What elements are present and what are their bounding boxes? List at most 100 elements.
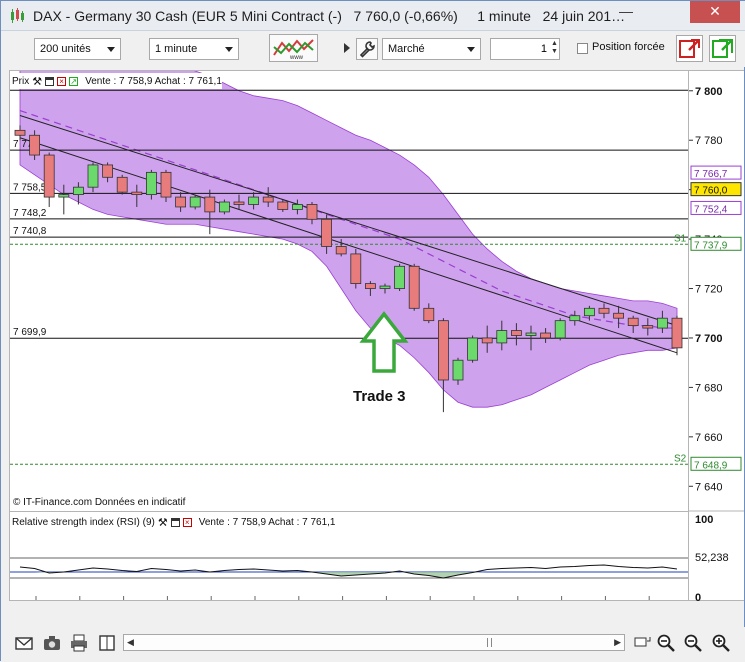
expand-icon[interactable] xyxy=(97,633,117,653)
camera-icon[interactable] xyxy=(42,633,62,653)
panel-toggle-arrow[interactable] xyxy=(344,43,350,53)
remove-icon[interactable]: × xyxy=(182,517,192,527)
candle-bull xyxy=(73,186,84,195)
envelope-icon[interactable] xyxy=(14,633,34,653)
candle-bear xyxy=(627,317,639,327)
bollinger-bands xyxy=(19,71,678,408)
price-tick-label: 7 800 xyxy=(695,86,723,98)
quantity-stepper[interactable]: ▲ ▼ xyxy=(551,40,558,56)
chevron-right-icon[interactable]: ▶ xyxy=(614,637,621,648)
candle-bull xyxy=(554,320,566,339)
rsi-axis-label: 0 xyxy=(695,592,701,602)
panel-divider[interactable] xyxy=(10,511,688,512)
window-icon[interactable] xyxy=(170,517,180,527)
zoom-in-icon[interactable] xyxy=(711,633,731,653)
print-icon[interactable] xyxy=(69,633,89,653)
rsi-panel-header: Relative strength index (RSI) (9) ⚒ × Ve… xyxy=(12,514,336,530)
candle-bear xyxy=(510,330,522,336)
candle-bear xyxy=(642,325,654,329)
minimize-button[interactable]: — xyxy=(607,1,645,23)
scrollbar-thumb[interactable] xyxy=(487,638,492,647)
price-tick-label: 7 720 xyxy=(695,284,723,296)
candle-bear xyxy=(233,201,245,205)
candle-bear xyxy=(102,164,113,178)
price-tick-label: 7 780 xyxy=(695,135,723,147)
bollinger-axis-label: 7 752,4 xyxy=(694,204,728,215)
quantity-input[interactable]: 1 xyxy=(490,38,560,60)
time-axis: 10:0610:0910:1210:1510:1810:2110:2410:27… xyxy=(35,596,650,600)
candle-bull xyxy=(569,315,581,322)
price-tick-label: 7 680 xyxy=(695,382,723,394)
rsi-quote: Vente : 7 758,9 Achat : 7 761,1 xyxy=(198,516,336,528)
chevron-left-icon[interactable]: ◀ xyxy=(127,637,134,648)
candle-bear xyxy=(437,320,449,381)
candle-bull xyxy=(291,204,303,210)
zoom-out-icon[interactable] xyxy=(656,633,676,653)
bottom-toolbar: ◀ ▶ xyxy=(1,627,745,662)
rsi-axis-label: 100 xyxy=(695,514,713,526)
units-select[interactable]: 200 unités xyxy=(34,38,121,60)
candle-bear xyxy=(408,265,420,309)
candle-bull xyxy=(467,337,479,361)
candle-bear xyxy=(423,307,435,322)
support-label: S1 xyxy=(674,233,687,244)
indicators-button[interactable]: www xyxy=(269,34,318,62)
horizontal-scrollbar[interactable]: ◀ ▶ xyxy=(123,634,625,651)
units-value: 200 unités xyxy=(40,43,91,55)
candle-bull xyxy=(525,332,537,336)
data-source-notice: © IT-Finance.com Données en indicatif xyxy=(13,497,186,508)
forced-position-checkbox[interactable] xyxy=(577,43,588,54)
candle-bull xyxy=(379,285,391,289)
wrench-icon[interactable]: ⚒ xyxy=(158,516,168,529)
candle-bear xyxy=(613,312,624,319)
toolbar: 200 unités 1 minute www Marché 1 ▲ ▼ Posi… xyxy=(1,31,745,67)
candle-bear xyxy=(43,154,55,198)
timeframe-select[interactable]: 1 minute xyxy=(149,38,239,60)
candle-bear xyxy=(116,176,128,193)
support-axis-label: 7 737,9 xyxy=(694,240,728,251)
candle-bull xyxy=(87,164,99,188)
candle-bull xyxy=(145,171,157,195)
candle-bear xyxy=(14,129,26,136)
close-button[interactable]: ✕ xyxy=(690,1,740,23)
bollinger-axis-label: 7 766,7 xyxy=(694,169,728,180)
last-price-label: 7 760,0 xyxy=(694,186,728,197)
price-quote: Vente : 7 758,9 Achat : 7 761,1 xyxy=(85,75,222,87)
candle-bull xyxy=(657,317,668,329)
platform-window: DAX - Germany 30 Cash (EUR 5 Mini Contra… xyxy=(0,0,745,662)
price-level-label: 7 748,2 xyxy=(13,208,47,219)
candle-bull xyxy=(218,201,230,213)
price-panel-title: Prix xyxy=(12,75,30,87)
bollinger-band-fill xyxy=(19,71,678,408)
rsi-axis-label: 52,238 xyxy=(695,552,729,564)
export-icon[interactable]: ↗ xyxy=(69,76,79,86)
price-tick-label: 7 700 xyxy=(695,333,723,345)
svg-text:www: www xyxy=(289,55,304,61)
price-axis[interactable]: 7 6407 6607 6807 7007 7207 7407 7607 780… xyxy=(689,70,744,604)
sell-button[interactable] xyxy=(676,35,703,62)
price-tick-label: 7 640 xyxy=(695,481,723,493)
price-level-label: 7 740,8 xyxy=(13,226,47,237)
window-icon[interactable] xyxy=(45,76,55,86)
remove-icon[interactable]: × xyxy=(57,76,67,86)
candle-bull xyxy=(394,265,406,289)
price-tick-label: 7 660 xyxy=(695,432,723,444)
chart-panel[interactable]: 7 800,27 7767 758,57 748,27 740,87 699,9… xyxy=(9,70,689,601)
wrench-icon xyxy=(359,41,375,58)
order-type-value: Marché xyxy=(388,43,425,55)
zoom-out-icon[interactable] xyxy=(683,633,703,653)
candle-bear xyxy=(262,196,274,203)
sell-icon xyxy=(679,39,700,58)
wrench-icon[interactable]: ⚒ xyxy=(32,75,42,88)
close-icon: ✕ xyxy=(709,3,721,19)
order-type-select[interactable]: Marché xyxy=(382,38,481,60)
candle-bear xyxy=(160,171,172,198)
buy-button[interactable] xyxy=(709,35,736,62)
buy-icon xyxy=(712,39,733,58)
rsi-panel xyxy=(10,557,688,579)
candle-bear xyxy=(204,196,216,213)
settings-button[interactable] xyxy=(356,38,378,60)
support-axis-label: 7 648,9 xyxy=(694,460,728,471)
zoom-to-fit-icon[interactable] xyxy=(632,633,652,653)
candle-bear xyxy=(29,134,41,156)
